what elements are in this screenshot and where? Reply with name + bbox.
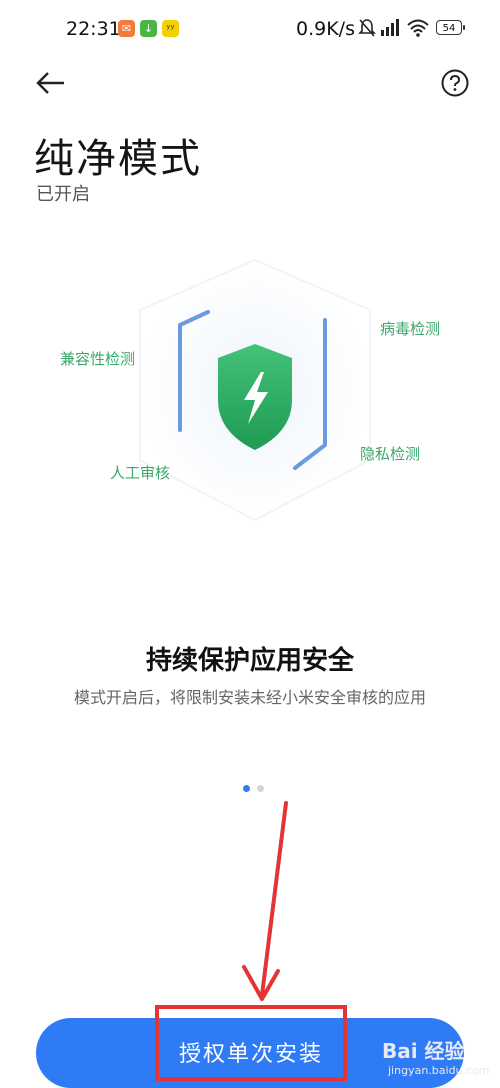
annotation-arrow <box>242 801 288 1001</box>
help-icon[interactable] <box>440 68 470 98</box>
download-icon: ↓ <box>140 20 157 37</box>
status-bar: 22:31 ✉ ↓ ʸʸ 0.9K/s 54 <box>0 0 500 60</box>
privacy-check-label: 隐私检测 <box>360 445 421 463</box>
feature-description: 模式开启后，将限制安装未经小米安全审核的应用 <box>73 688 426 707</box>
watermark-logo: Bai 经验 <box>382 1039 465 1063</box>
battery-icon: 54 <box>436 20 465 35</box>
wifi-icon <box>407 19 429 37</box>
pager-dot[interactable] <box>257 785 264 792</box>
virus-check-label: 病毒检测 <box>380 320 441 338</box>
pager-dot-active[interactable] <box>243 785 250 792</box>
status-time: 22:31 <box>66 18 121 40</box>
annotation-highlight-box <box>155 1005 347 1081</box>
watermark-url: jingyan.baidu.com <box>388 1064 490 1077</box>
signal-icon <box>381 19 399 36</box>
back-arrow-icon[interactable] <box>34 66 68 100</box>
compatibility-check-label: 兼容性检测 <box>60 350 136 368</box>
app-notification-icon: ✉ <box>118 20 135 37</box>
app-icon: ʸʸ <box>162 20 179 37</box>
feature-headline: 持续保护应用安全 <box>145 646 354 676</box>
mode-status: 已开启 <box>36 184 90 205</box>
network-speed: 0.9K/s <box>296 18 355 40</box>
page-title: 纯净模式 <box>34 136 202 182</box>
security-illustration <box>139 258 371 522</box>
mute-icon <box>358 19 376 37</box>
manual-review-label: 人工审核 <box>110 464 171 482</box>
